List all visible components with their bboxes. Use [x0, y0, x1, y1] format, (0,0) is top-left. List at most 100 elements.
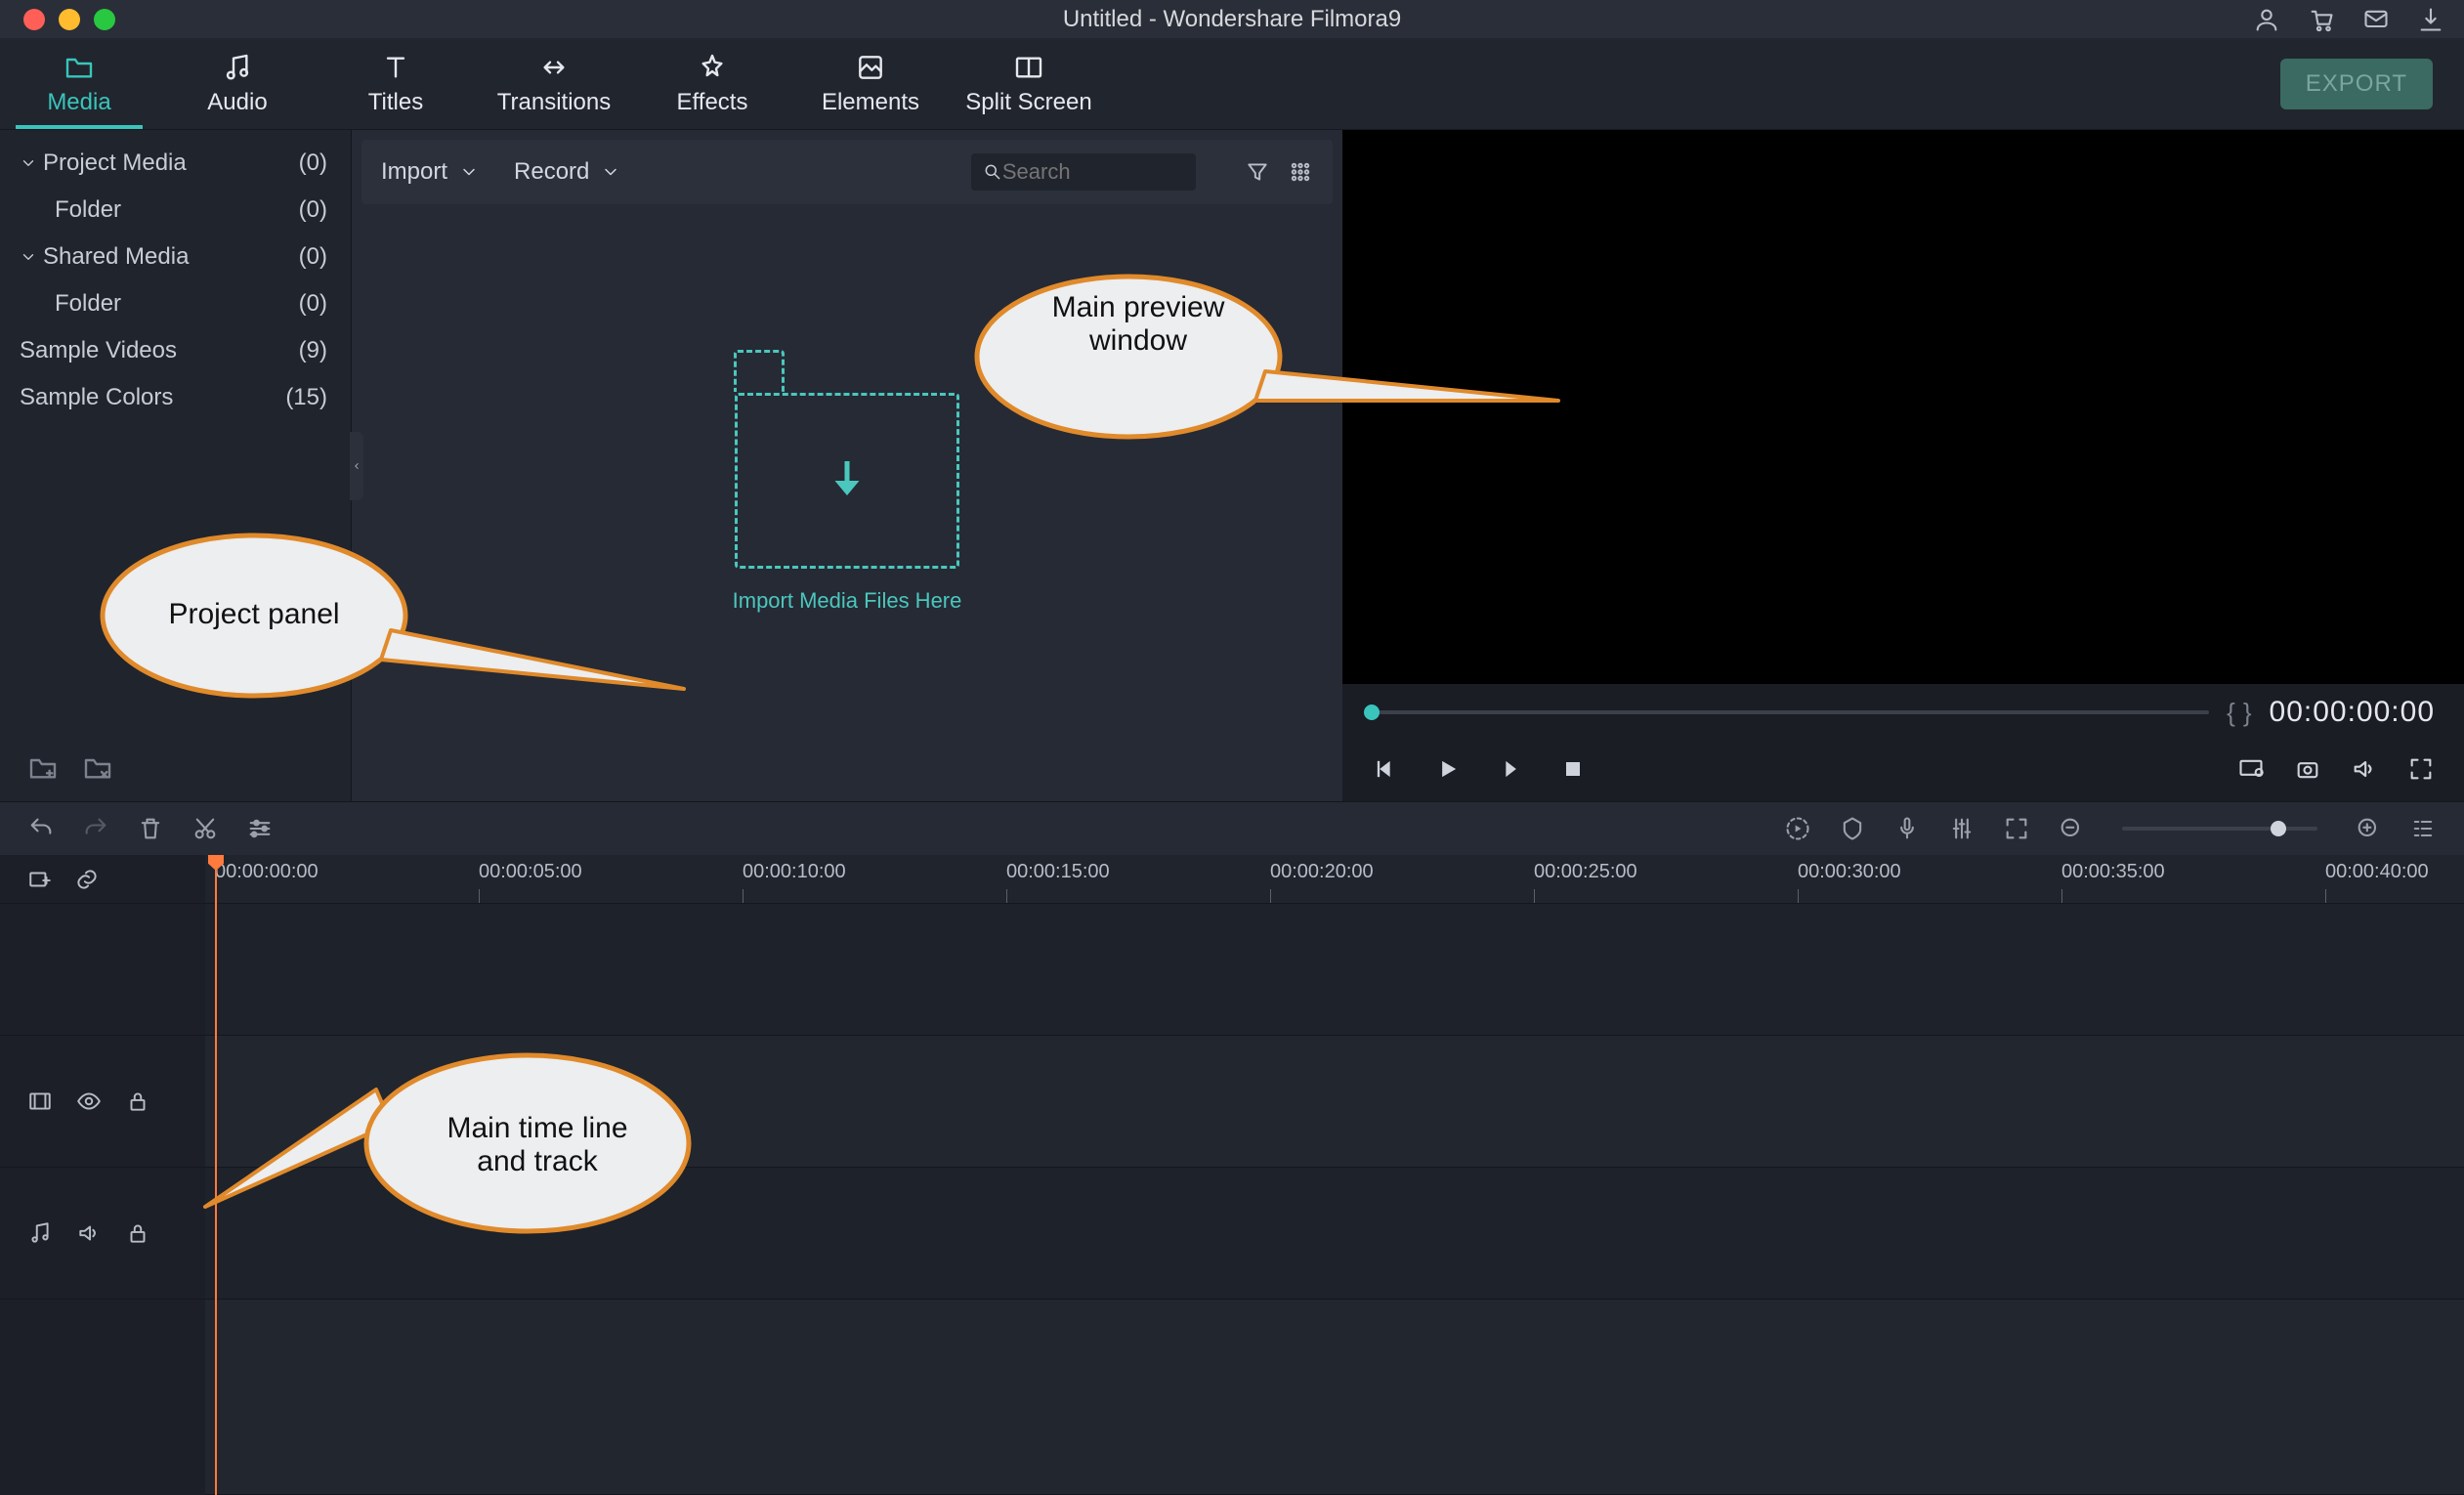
stop-icon[interactable]	[1559, 755, 1587, 783]
voiceover-icon[interactable]	[1893, 815, 1921, 842]
tab-elements[interactable]: Elements	[791, 38, 950, 129]
main-tabs: Media Audio Titles Transitions Effects E…	[0, 38, 2464, 130]
audio-mixer-icon[interactable]	[1948, 815, 1975, 842]
collapse-sidebar-handle[interactable]	[350, 432, 363, 500]
tree-count: (0)	[299, 243, 327, 271]
timeline-canvas[interactable]: 00:00:00:0000:00:05:0000:00:10:0000:00:1…	[205, 855, 2464, 1495]
tab-label: Effects	[677, 89, 748, 116]
track-manager-icon[interactable]	[2409, 815, 2437, 842]
step-forward-icon[interactable]	[1497, 755, 1524, 783]
scrub-head[interactable]	[1364, 705, 1380, 720]
drop-label: Import Media Files Here	[733, 588, 962, 614]
tab-transitions[interactable]: Transitions	[475, 38, 633, 129]
scrub-track[interactable]	[1372, 710, 2209, 714]
zoom-out-icon[interactable]	[2058, 815, 2085, 842]
zoom-knob[interactable]	[2271, 821, 2286, 836]
track-row[interactable]	[205, 1168, 2464, 1300]
ruler-tick: 00:00:30:00	[1798, 861, 1901, 883]
snapshot-icon[interactable]	[2294, 755, 2321, 783]
tree-label: Folder	[55, 290, 121, 318]
tab-titles[interactable]: Titles	[317, 38, 475, 129]
track-header-blank	[0, 1300, 205, 1431]
cart-icon[interactable]	[2308, 6, 2335, 33]
window-controls	[0, 9, 115, 30]
timeline-panel: 00:00:00:0000:00:05:0000:00:10:0000:00:1…	[0, 855, 2464, 1495]
window-title: Untitled - Wondershare Filmora9	[1063, 6, 1401, 33]
ruler-tick: 00:00:35:00	[2061, 861, 2165, 883]
maximize-window-button[interactable]	[94, 9, 115, 30]
track-row[interactable]	[205, 904, 2464, 1036]
tree-count: (0)	[299, 290, 327, 318]
tree-label: Sample Videos	[20, 337, 177, 364]
minimize-window-button[interactable]	[59, 9, 80, 30]
track-header-video[interactable]	[0, 1036, 205, 1168]
tab-effects[interactable]: Effects	[633, 38, 791, 129]
step-back-icon[interactable]	[1372, 755, 1399, 783]
timeline-ruler[interactable]: 00:00:00:0000:00:05:0000:00:10:0000:00:1…	[205, 855, 2464, 904]
tree-item-sample-videos[interactable]: Sample Videos (9)	[0, 327, 351, 374]
video-track-icon	[27, 1089, 53, 1114]
timeline-playhead[interactable]	[215, 855, 217, 1495]
lock-icon[interactable]	[125, 1089, 150, 1114]
project-panel: Project Media (0) Folder (0) Shared Medi…	[0, 130, 352, 801]
close-window-button[interactable]	[23, 9, 45, 30]
render-icon[interactable]	[1784, 815, 1811, 842]
link-icon[interactable]	[74, 867, 100, 892]
zoom-in-icon[interactable]	[2355, 815, 2382, 842]
tree-item-sample-colors[interactable]: Sample Colors (15)	[0, 374, 351, 421]
play-icon[interactable]	[1434, 755, 1462, 783]
import-label: Import	[381, 158, 447, 186]
new-folder-icon[interactable]	[27, 752, 59, 784]
delete-icon[interactable]	[137, 815, 164, 842]
zoom-slider[interactable]	[2122, 827, 2317, 831]
track-row[interactable]	[205, 1300, 2464, 1495]
redo-icon[interactable]	[82, 815, 109, 842]
user-icon[interactable]	[2253, 6, 2280, 33]
search-box[interactable]	[971, 153, 1196, 191]
tree-item-project-media[interactable]: Project Media (0)	[0, 140, 351, 187]
display-settings-icon[interactable]	[2237, 755, 2265, 783]
fit-icon[interactable]	[2003, 815, 2030, 842]
speaker-icon[interactable]	[76, 1220, 102, 1246]
add-track-icon[interactable]	[27, 867, 53, 892]
mark-out-icon[interactable]: }	[2243, 698, 2252, 728]
filter-icon[interactable]	[1245, 159, 1270, 185]
volume-icon[interactable]	[2351, 755, 2378, 783]
preview-viewport[interactable]	[1342, 130, 2464, 684]
import-dropdown[interactable]: Import	[381, 158, 479, 186]
ruler-tick: 00:00:10:00	[743, 861, 846, 883]
tab-split-screen[interactable]: Split Screen	[950, 38, 1108, 129]
tree-item-shared-media[interactable]: Shared Media (0)	[0, 234, 351, 280]
delete-folder-icon[interactable]	[82, 752, 113, 784]
record-dropdown[interactable]: Record	[514, 158, 620, 186]
download-icon[interactable]	[2417, 6, 2444, 33]
tree-label: Folder	[55, 196, 121, 224]
track-header-audio[interactable]	[0, 1168, 205, 1300]
eye-icon[interactable]	[76, 1089, 102, 1114]
track-row[interactable]	[205, 1036, 2464, 1168]
cut-icon[interactable]	[191, 815, 219, 842]
mark-in-icon[interactable]: {	[2227, 698, 2235, 728]
export-button[interactable]: EXPORT	[2280, 59, 2433, 109]
marker-icon[interactable]	[1839, 815, 1866, 842]
tab-media[interactable]: Media	[0, 38, 158, 129]
tree-item-folder[interactable]: Folder (0)	[0, 187, 351, 234]
adjust-icon[interactable]	[246, 815, 274, 842]
message-icon[interactable]	[2362, 6, 2390, 33]
search-input[interactable]	[1002, 159, 1184, 185]
elements-icon	[855, 52, 886, 83]
chevron-down-icon	[20, 154, 37, 172]
fullscreen-icon[interactable]	[2407, 755, 2435, 783]
tree-item-folder[interactable]: Folder (0)	[0, 280, 351, 327]
lock-icon[interactable]	[125, 1220, 150, 1246]
tab-label: Audio	[207, 89, 267, 116]
grid-view-icon[interactable]	[1288, 159, 1313, 185]
audio-track-icon	[27, 1220, 53, 1246]
media-tree: Project Media (0) Folder (0) Shared Medi…	[0, 130, 351, 735]
media-drop-target[interactable]: Import Media Files Here	[352, 204, 1342, 801]
chevron-down-icon	[601, 162, 620, 182]
timeline-toolbar	[0, 801, 2464, 855]
preview-scrub-bar: { } 00:00:00:00	[1342, 688, 2464, 737]
undo-icon[interactable]	[27, 815, 55, 842]
tab-audio[interactable]: Audio	[158, 38, 317, 129]
